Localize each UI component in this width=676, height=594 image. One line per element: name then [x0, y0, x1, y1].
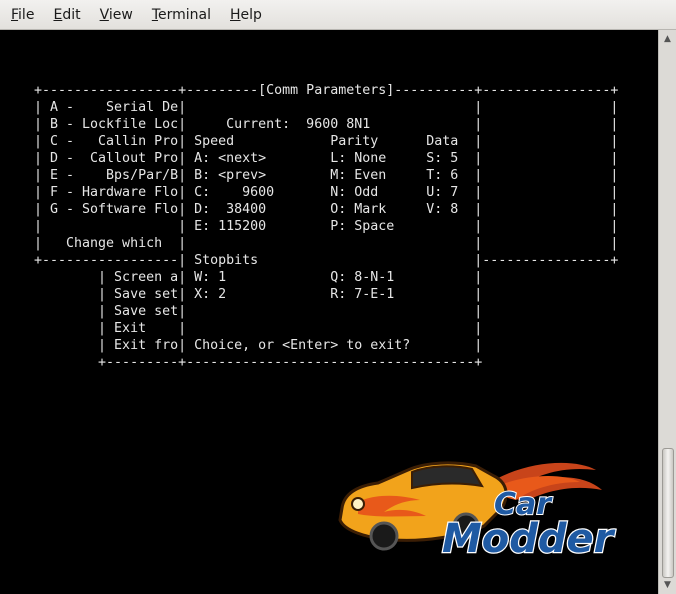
terminal-line: | C - Callin Pro| Speed Parity Data | |: [34, 134, 619, 149]
car-wheel-front: [369, 521, 399, 551]
terminal-line: | D - Callout Pro| A: <next> L: None S: …: [34, 151, 619, 166]
logo-text-modder: Modder: [442, 516, 616, 560]
terminal-line: | Exit fro| Choice, or <Enter> to exit? …: [34, 338, 483, 353]
terminal-line: | A - Serial De| | |: [34, 100, 619, 115]
terminal-line: +-----------------| Stopbits |----------…: [34, 253, 619, 268]
vertical-scrollbar[interactable]: ▲ ▼: [658, 30, 676, 594]
menu-bar: File Edit View Terminal Help: [0, 0, 676, 30]
arrow-down-icon[interactable]: ▼: [659, 578, 676, 592]
scrollbar-thumb[interactable]: [662, 448, 674, 578]
terminal-area[interactable]: +-----------------+---------[Comm Parame…: [0, 30, 658, 594]
terminal-line: | E - Bps/Par/B| B: <prev> M: Even T: 6 …: [34, 168, 619, 183]
menu-edit[interactable]: Edit: [45, 7, 88, 23]
menu-view[interactable]: View: [92, 7, 141, 23]
terminal-line: +-----------------+---------[Comm Parame…: [34, 83, 619, 98]
terminal-line: | Save set| X: 2 R: 7-E-1 |: [34, 287, 483, 302]
carmodder-logo: Car Modder: [338, 461, 617, 560]
terminal-line: | G - Software Flo| D: 38400 O: Mark V: …: [34, 202, 619, 217]
terminal-line: | F - Hardware Flo| C: 9600 N: Odd U: 7 …: [34, 185, 619, 200]
terminal-line: | Screen a| W: 1 Q: 8-N-1 |: [34, 270, 483, 285]
terminal-line: | | E: 115200 P: Space | |: [34, 219, 619, 234]
terminal-screen: +-----------------+---------[Comm Parame…: [34, 82, 618, 371]
menu-terminal[interactable]: Terminal: [144, 7, 219, 23]
terminal-line: | Exit | |: [34, 321, 483, 336]
car-headlight: [351, 497, 365, 511]
terminal-line: +---------+-----------------------------…: [34, 355, 483, 370]
menu-help[interactable]: Help: [222, 7, 270, 23]
terminal-line: | B - Lockfile Loc| Current: 9600 8N1 | …: [34, 117, 619, 132]
arrow-up-icon[interactable]: ▲: [659, 32, 676, 46]
terminal-line: | Save set| |: [34, 304, 483, 319]
menu-file[interactable]: File: [3, 7, 42, 23]
terminal-line: | Change which | | |: [34, 236, 619, 251]
